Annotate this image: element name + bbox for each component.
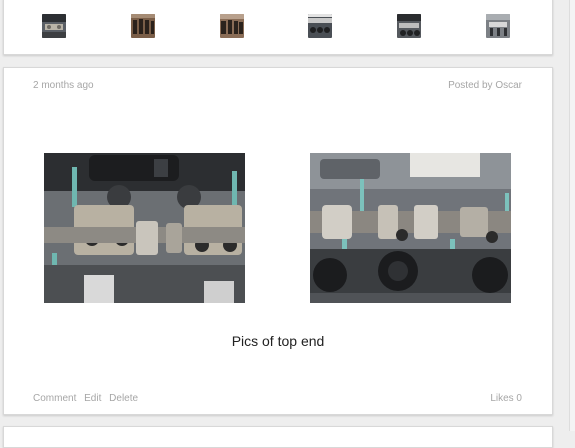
gallery-thumbnail-1[interactable] [42,14,66,38]
gallery-thumbnail-6[interactable] [486,14,510,38]
post-actions: Comment Edit Delete [33,393,143,404]
next-post-card [3,426,553,448]
gallery-thumbnail-5[interactable] [397,14,421,38]
post-card: 2 months ago Posted by Oscar Pics of top… [3,67,553,415]
comment-link[interactable]: Comment [33,393,76,404]
gallery-thumbnail-4[interactable] [308,14,332,38]
delete-link[interactable]: Delete [109,393,138,404]
post-author: Posted by Oscar [448,80,522,91]
edit-link[interactable]: Edit [84,393,101,404]
likes-count[interactable]: Likes 0 [490,393,522,404]
post-timestamp: 2 months ago [33,80,94,91]
gallery-card [3,0,553,55]
gallery-thumbnail-3[interactable] [220,14,244,38]
post-caption: Pics of top end [231,333,325,349]
post-photo-2[interactable] [310,153,511,303]
gallery-thumbnail-2[interactable] [131,14,155,38]
scrollbar-track[interactable] [569,0,575,431]
post-photo-1[interactable] [44,153,245,303]
